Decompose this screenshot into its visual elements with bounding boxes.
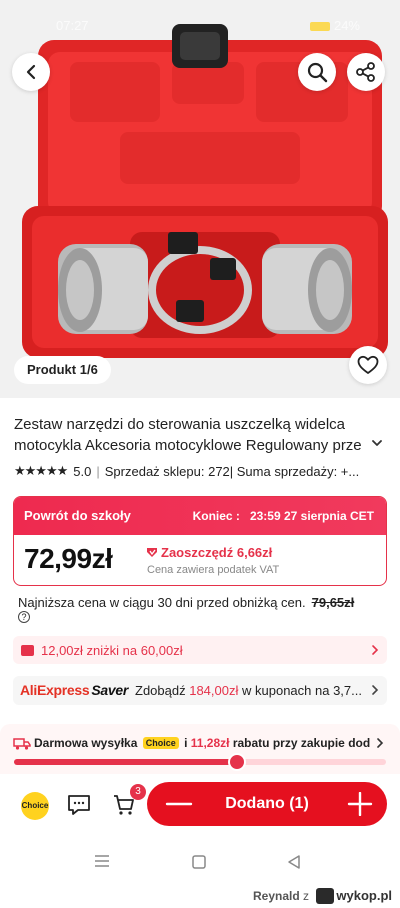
- watermark: Reynald z wykop.pl: [253, 888, 392, 908]
- current-price: 72,99zł: [24, 543, 113, 574]
- choice-button[interactable]: Choice: [21, 792, 49, 820]
- promo-end-label: Koniec :: [192, 509, 240, 523]
- shipping-progress-bar: [14, 753, 386, 771]
- savings: Zaoszczędź 6,66zł: [145, 545, 272, 560]
- coupon-icon: [21, 645, 34, 656]
- star-rating-icon: ★★★★★: [14, 463, 68, 478]
- cart-count-badge: 3: [130, 784, 146, 800]
- shipping-banner[interactable]: Darmowa wysyłka Choice i 11,28zł rabatu …: [0, 724, 400, 774]
- shipping-progress-fill: [14, 759, 238, 765]
- choice-badge: Choice: [142, 737, 179, 749]
- lowest-price-text: Najniższa cena w ciągu 30 dni przed obni…: [18, 595, 306, 610]
- battery-icon: [309, 22, 330, 32]
- aliexpress-saver-logo: AliExpress Saver: [20, 682, 129, 698]
- promo-end: Koniec : 23:59 27 sierpnia CET: [193, 509, 374, 523]
- shipping-text: Darmowa wysyłka Choice i 11,28zł rabatu …: [34, 736, 370, 750]
- saver-message: Zdobądź 184,00zł w kuponach na 3,7...: [135, 683, 362, 698]
- product-photo: [22, 24, 388, 358]
- chevron-down-icon[interactable]: [370, 436, 384, 450]
- help-icon[interactable]: ?: [18, 611, 30, 623]
- product-title-line2: motocykla Akcesoria motocyklowe Regulowa…: [14, 437, 362, 454]
- promo-end-value: 23:59 27 sierpnia CET: [249, 509, 374, 523]
- status-time: 07:27: [56, 18, 89, 33]
- bottom-action-bar: Choice 3 Dodano (1): [0, 774, 400, 836]
- chevron-right-icon: [372, 645, 379, 655]
- savings-text: Zaoszczędź 6,66zł: [161, 545, 273, 560]
- sales-stats: Sprzedaż sklepu: 272| Suma sprzedaży: +.…: [104, 463, 360, 479]
- promo-price-box: Powrót do szkoły Koniec : 23:59 27 sierpn…: [13, 496, 387, 586]
- message-icon[interactable]: [66, 793, 92, 817]
- minus-button[interactable]: [161, 792, 197, 816]
- discount-arrow-icon: [147, 548, 157, 557]
- lowest-price-note: Najniższa cena w ciągu 30 dni przed obni…: [18, 594, 388, 612]
- product-title-line1: Zestaw narzędzi do sterowania uszczelką …: [14, 416, 345, 433]
- watermark-site: wykop.pl: [336, 888, 392, 903]
- add-to-cart-control: Dodano (1): [147, 782, 387, 826]
- gallery-counter: Produkt 1/6: [14, 356, 111, 384]
- back-triangle-icon[interactable]: [286, 854, 302, 870]
- promo-header: Powrót do szkoły Koniec : 23:59 27 sierpn…: [14, 497, 386, 535]
- watermark-z: z: [303, 889, 310, 903]
- chevron-right-icon: [372, 685, 379, 695]
- status-battery: 24%: [309, 18, 360, 33]
- share-button[interactable]: [347, 53, 385, 91]
- watermark-user: Reynald: [253, 889, 300, 903]
- chevron-left-icon: [26, 64, 36, 80]
- truck-icon: [13, 738, 31, 750]
- back-button[interactable]: [12, 53, 50, 91]
- product-image-gallery[interactable]: 07:27 24% Produkt 1/6: [0, 0, 400, 398]
- chevron-right-icon: [377, 738, 384, 748]
- heart-icon: [357, 355, 379, 374]
- home-icon[interactable]: [191, 854, 207, 870]
- rating-value: 5.0: [73, 463, 92, 479]
- status-bar: 07:27 24%: [0, 0, 400, 40]
- battery-percent: 24%: [333, 18, 360, 33]
- system-nav-bar: [0, 836, 400, 886]
- search-button[interactable]: [298, 53, 336, 91]
- vat-note: Cena zawiera podatek VAT: [147, 564, 280, 576]
- share-icon: [356, 62, 375, 82]
- search-icon: [307, 62, 328, 83]
- product-page: 07:27 24% Produkt 1/6 Zestaw narzędzi do…: [0, 0, 400, 908]
- old-price: 79,65zł: [311, 595, 355, 610]
- coupon-row[interactable]: 12,00zł zniżki na 60,00zł: [13, 636, 387, 664]
- wykop-logo-icon: [316, 888, 335, 904]
- product-title[interactable]: Zestaw narzędzi do sterowania uszczelką …: [14, 414, 390, 456]
- divider: |: [96, 463, 100, 479]
- added-label[interactable]: Dodano (1): [207, 795, 327, 813]
- promo-name: Powrót do szkoły: [24, 508, 131, 523]
- progress-check-icon: [228, 753, 247, 771]
- rating-row[interactable]: ★★★★★ 5.0 | Sprzedaż sklepu: 272| Suma s…: [14, 462, 394, 480]
- plus-button[interactable]: [347, 792, 373, 816]
- coupon-text: 12,00zł zniżki na 60,00zł: [41, 643, 183, 658]
- menu-icon[interactable]: [93, 854, 111, 868]
- wishlist-button[interactable]: [349, 346, 387, 384]
- aliexpress-saver-row[interactable]: AliExpress Saver Zdobądź 184,00zł w kupon…: [13, 676, 387, 705]
